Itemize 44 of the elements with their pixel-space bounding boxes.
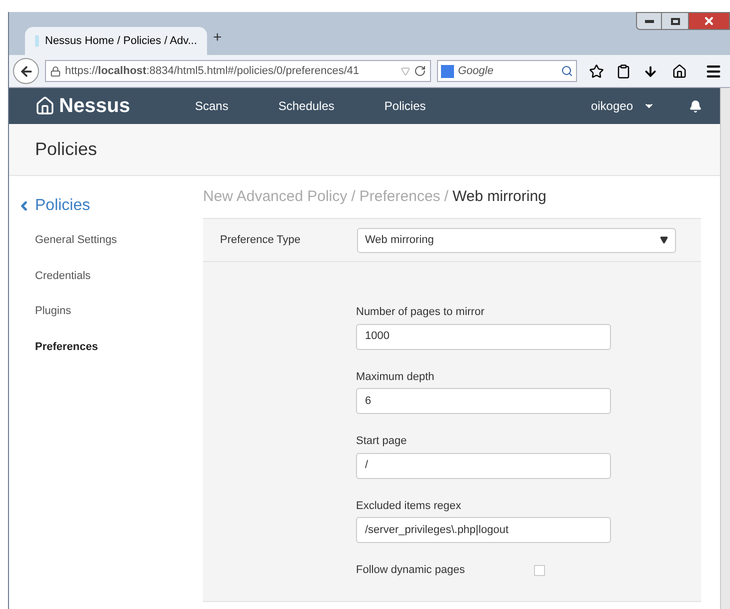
close-icon[interactable] (703, 15, 715, 27)
page-title: Policies (35, 138, 98, 161)
browser-tab[interactable]: Nessus Home / Policies / Adv... (25, 27, 207, 55)
field-label: Maximum depth (356, 370, 436, 384)
breadcrumb-item: Web mirroring (452, 186, 546, 207)
logo[interactable]: Nessus (35, 91, 195, 121)
sidebar-item[interactable]: General Settings (35, 232, 203, 248)
input-field[interactable]: /server_privileges\.php|logout (356, 517, 611, 543)
user-menu[interactable]: oikogeo (590, 97, 655, 115)
checkbox[interactable] (534, 564, 545, 576)
field-label: Start page (356, 434, 408, 449)
address-field[interactable]: https://localhost:8834/html5.html#/policies/0/preferences/41 (45, 60, 431, 82)
star-icon[interactable] (589, 64, 604, 78)
field-label: Follow dynamic pages (356, 563, 466, 578)
back-icon (18, 64, 34, 78)
download-icon[interactable] (643, 64, 658, 78)
sidebar-item[interactable]: Plugins (35, 303, 203, 320)
input-field[interactable]: / (356, 452, 611, 478)
field-label: Number of pages to mirror (356, 305, 486, 320)
home-icon[interactable] (672, 64, 687, 78)
field-label: Preference Type (220, 232, 302, 248)
nav-link[interactable]: Policies (384, 97, 426, 115)
input-field[interactable]: 6 (356, 388, 611, 414)
scrollbar[interactable] (720, 88, 730, 609)
new-tab-button[interactable]: + (213, 26, 222, 49)
search-icon (561, 65, 573, 77)
clipboard-icon[interactable] (616, 64, 631, 78)
reload-icon[interactable] (414, 65, 426, 77)
caret-icon (660, 236, 668, 244)
sidebar-item[interactable]: Credentials (35, 268, 203, 284)
preference-type-select[interactable]: Web mirroring (357, 228, 676, 252)
menu-icon[interactable] (705, 62, 722, 80)
back-button[interactable] (13, 58, 39, 84)
nav-link[interactable]: Schedules (278, 97, 334, 115)
field-label: Excluded items regex (356, 498, 462, 514)
back-link[interactable]: Policies (9, 194, 90, 218)
search-engine-icon (441, 64, 454, 78)
input-field[interactable]: 1000 (356, 324, 611, 350)
sidebar-item[interactable]: Preferences (35, 338, 203, 355)
house-icon (35, 96, 55, 116)
lock-icon (50, 66, 61, 76)
nav-link[interactable]: Scans (195, 97, 228, 115)
search-field[interactable]: Google (437, 60, 577, 82)
bell-icon[interactable] (689, 100, 702, 112)
